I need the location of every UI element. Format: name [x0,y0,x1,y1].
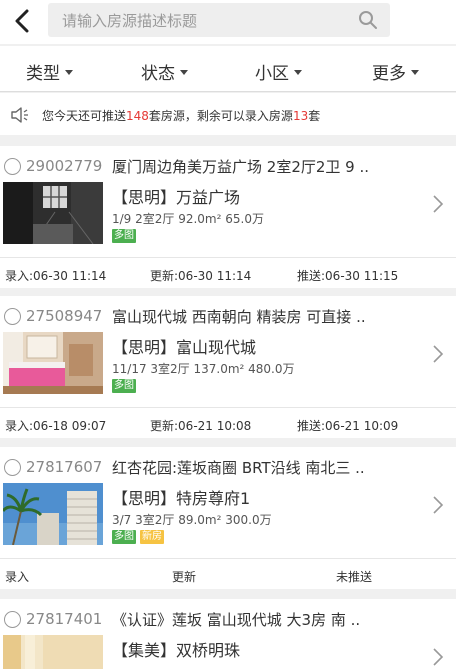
caret-down-icon [65,70,73,75]
search-icon[interactable] [358,10,378,30]
caret-down-icon [180,70,188,75]
listing-title: 富山现代城 西南朝向 精装房 可直接 .. [112,308,366,326]
search-placeholder: 请输入房源描述标题 [62,12,198,30]
select-radio[interactable] [4,459,21,476]
entered-time: 录入 [5,570,30,584]
updated-time: 更新:06-30 11:14 [150,269,252,283]
listing-photo [3,483,103,545]
filter-more[interactable]: 更多 [372,59,419,84]
listing-title: 红杏花园:莲坂商圈 BRT沿线 南北三 .. [112,459,365,477]
listing-title: 《认证》莲坂 富山现代城 大3房 南 .. [112,611,361,629]
notice-pre: 您今天还可推送 [42,109,127,123]
speaker-icon [11,107,28,123]
listing-district: 【集美】双桥明珠 [112,641,241,660]
entry-count: 13 [292,109,309,123]
listing-tags: 多图 [112,229,136,243]
listing-title: 厦门周边角美万益广场 2室2厅2卫 9 .. [112,158,370,176]
listing-card[interactable]: 29002779 厦门周边角美万益广场 2室2厅2卫 9 .. 【思明】万益广场… [0,146,456,288]
notice-bar: 您今天还可推送148套房源，剩余可以录入房源13套 [0,93,456,135]
filter-status[interactable]: 状态 [141,59,188,84]
chevron-right-icon[interactable] [432,647,444,667]
search-input[interactable]: 请输入房源描述标题 [48,3,390,37]
listing-district: 【思明】万益广场 [112,188,241,207]
back-arrow-icon [15,9,29,33]
listing-district: 【思明】特房尊府1 [112,489,251,508]
entered-time: 录入:06-30 11:14 [5,269,107,283]
divider [0,257,456,258]
push-count: 148 [126,109,149,123]
listing-specs: 11/17 3室2厅 137.0m² 480.0万 [112,362,295,376]
tag-multi-photo: 多图 [112,229,136,243]
entered-time: 录入:06-18 09:07 [5,419,107,433]
listing-specs: 1/9 2室2厅 92.0m² 65.0万 [112,212,264,226]
notice-post: 套 [308,109,321,123]
chevron-right-icon[interactable] [432,194,444,214]
listing-id: 27817401 [26,610,103,628]
listing-id: 27817607 [26,458,103,476]
filter-type[interactable]: 类型 [26,59,73,84]
tag-multi-photo: 多图 [112,379,136,393]
listing-tags: 多图 [112,379,136,393]
listing-card[interactable]: 27508947 富山现代城 西南朝向 精装房 可直接 .. 【思明】富山现代城… [0,296,456,438]
filter-bar: 类型 状态 小区 更多 [0,46,456,92]
tag-multi-photo: 多图 [112,530,136,544]
listing-id: 29002779 [26,157,103,175]
notice-text: 您今天还可推送148套房源，剩余可以录入房源13套 [42,107,320,124]
pushed-time: 未推送 [336,570,373,584]
notice-mid: 套房源，剩余可以录入房源 [148,109,293,123]
filter-label: 更多 [372,64,406,84]
listing-card[interactable]: 27817401 《认证》莲坂 富山现代城 大3房 南 .. 【集美】双桥明珠 [0,599,456,669]
updated-time: 更新:06-21 10:08 [150,419,252,433]
filter-label: 状态 [141,64,175,84]
listing-tags: 多图 新房 [112,530,164,544]
caret-down-icon [411,70,419,75]
pushed-time: 推送:06-21 10:09 [297,419,399,433]
updated-time: 更新 [172,570,197,584]
select-radio[interactable] [4,158,21,175]
listing-photo [3,332,103,394]
divider [0,407,456,408]
divider [0,558,456,559]
pushed-time: 推送:06-30 11:15 [297,269,399,283]
chevron-right-icon[interactable] [432,495,444,515]
filter-community[interactable]: 小区 [255,59,302,84]
listing-specs: 3/7 3室2厅 89.0m² 300.0万 [112,513,272,527]
filter-label: 类型 [26,64,60,84]
header: 请输入房源描述标题 [0,0,456,44]
listing-photo [3,182,103,244]
select-radio[interactable] [4,611,21,628]
caret-down-icon [294,70,302,75]
listing-photo [3,635,103,669]
select-radio[interactable] [4,308,21,325]
filter-label: 小区 [255,64,289,84]
listing-id: 27508947 [26,307,103,325]
listing-card[interactable]: 27817607 红杏花园:莲坂商圈 BRT沿线 南北三 .. 【思明】特房尊府… [0,447,456,589]
chevron-right-icon[interactable] [432,344,444,364]
tag-new-house: 新房 [140,530,164,544]
listing-district: 【思明】富山现代城 [112,338,257,357]
back-button[interactable] [6,6,38,36]
